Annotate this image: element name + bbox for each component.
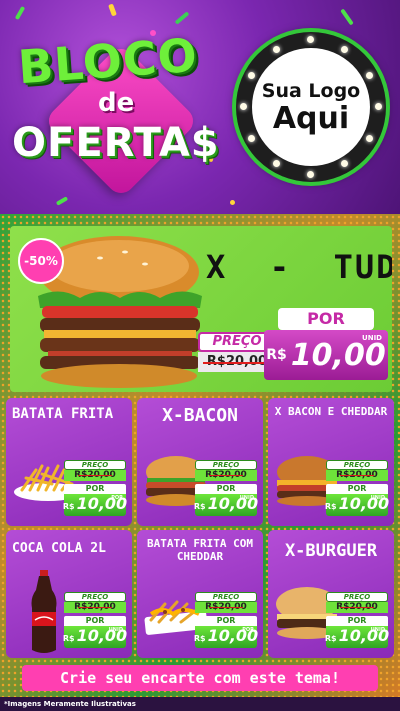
- header-banner: BLOCO de OFERTA$ Sua Logo Aqui: [0, 0, 400, 214]
- preco-label: PREÇO: [64, 592, 126, 602]
- product-name: X BACON E CHEDDAR: [274, 405, 388, 418]
- title-ofertas: OFERTA$: [12, 120, 220, 166]
- logo-text: Sua Logo Aqui: [252, 48, 370, 166]
- title-de: de: [98, 88, 135, 118]
- product-name: BATATA FRITA: [12, 406, 114, 422]
- product-card-x-bacon-cheddar[interactable]: X BACON E CHEDDAR PREÇO R$20,00 POR R$ 1…: [268, 398, 394, 526]
- old-price: R$20,00: [326, 470, 388, 481]
- product-name: X-BACON: [162, 405, 238, 426]
- title-logo: BLOCO de OFERTA$: [8, 27, 223, 200]
- confetti: [108, 3, 117, 17]
- price-tag: PREÇO R$20,00 POR R$ 10,00 POR: [193, 592, 258, 648]
- confetti: [14, 5, 26, 21]
- footer-disclaimer: *Imagens Meramente Ilustrativas: [0, 697, 400, 711]
- por-label: POR: [64, 484, 126, 494]
- por-label: POR: [195, 484, 257, 494]
- unit-label: UNID: [370, 495, 385, 501]
- product-card-batata-frita[interactable]: BATATA FRITA PREÇO R$20,00 POR R$ 10,00 …: [6, 398, 132, 526]
- unit-label: UNID: [362, 334, 382, 342]
- currency: R$: [324, 502, 337, 511]
- new-price-value: 10,00: [290, 337, 386, 373]
- product-name: BATATA FRITA COM CHEDDAR: [147, 537, 253, 563]
- product-card-x-bacon[interactable]: X-BACON PREÇO R$20,00 POR R$ 10,00 UNID: [137, 398, 263, 526]
- logo-line2: Aqui: [272, 100, 350, 136]
- price-tag: PREÇO R$20,00 POR R$ 10,00 UNID: [193, 460, 258, 516]
- preco-label: PREÇO: [64, 460, 126, 470]
- product-card-x-burguer[interactable]: X-BURGUER PREÇO R$20,00 POR R$ 10,00 UNI…: [268, 530, 394, 658]
- hero-new-price-box: POR R$ 10,00 UNID: [264, 308, 388, 380]
- price-tag: PREÇO R$20,00 POR R$ 10,00 UNID: [324, 592, 389, 648]
- por-label: POR: [326, 616, 388, 626]
- old-price: R$20,00: [195, 602, 257, 613]
- new-price: R$ 10,00 UNID: [324, 626, 389, 648]
- preco-label: PREÇO: [326, 592, 388, 602]
- unit-label: UNID: [370, 627, 385, 633]
- price-tag: PREÇO R$20,00 POR R$ 10,00 UNID: [62, 592, 127, 648]
- discount-badge: -50%: [18, 238, 64, 284]
- currency: R$: [324, 634, 337, 643]
- por-label: POR: [278, 308, 374, 330]
- confetti: [340, 8, 354, 26]
- unit-label: POR: [111, 495, 123, 501]
- preco-label: PREÇO: [195, 460, 257, 470]
- cola-bottle-image: [31, 570, 57, 653]
- unit-label: UNID: [108, 627, 123, 633]
- old-price: R$20,00: [195, 470, 257, 481]
- confetti: [230, 200, 235, 205]
- unit-label: POR: [242, 627, 254, 633]
- por-label: POR: [195, 616, 257, 626]
- cta-banner[interactable]: Crie seu encarte com este tema!: [22, 665, 378, 691]
- new-price: R$ 10,00 POR: [193, 626, 258, 648]
- logo-placeholder[interactable]: Sua Logo Aqui: [236, 32, 386, 182]
- new-price: R$ 10,00 UNID: [264, 330, 388, 380]
- new-price: R$ 10,00 UNID: [62, 626, 127, 648]
- product-card-batata-cheddar[interactable]: BATATA FRITA COM CHEDDAR PREÇO R$20,00 P…: [137, 530, 263, 658]
- title-bloco: BLOCO: [16, 27, 200, 95]
- product-name: COCA COLA 2L: [12, 541, 106, 556]
- confetti: [174, 11, 190, 25]
- hero-product-name: X - TUDO: [206, 248, 392, 286]
- currency: R$: [62, 502, 75, 511]
- new-price: R$ 10,00 UNID: [324, 494, 389, 516]
- unit-label: UNID: [239, 495, 254, 501]
- price-tag: PREÇO R$20,00 POR R$ 10,00 POR: [62, 460, 127, 516]
- product-name: X-BURGUER: [284, 541, 378, 561]
- currency: R$: [193, 634, 206, 643]
- new-price: R$ 10,00 UNID: [193, 494, 258, 516]
- old-price: R$20,00: [64, 470, 126, 481]
- currency: R$: [62, 634, 75, 643]
- new-price: R$ 10,00 POR: [62, 494, 127, 516]
- price-tag: PREÇO R$20,00 POR R$ 10,00 UNID: [324, 460, 389, 516]
- preco-label: PREÇO: [326, 460, 388, 470]
- hero-offer-card[interactable]: -50% X - TUDO PREÇO R$20,00 POR R$ 10,00…: [10, 226, 392, 392]
- por-label: POR: [64, 616, 126, 626]
- old-price: R$20,00: [326, 602, 388, 613]
- old-price: R$20,00: [64, 602, 126, 613]
- currency: R$: [266, 347, 287, 363]
- por-label: POR: [326, 484, 388, 494]
- preco-label: PREÇO: [195, 592, 257, 602]
- currency: R$: [193, 502, 206, 511]
- product-card-coca-cola[interactable]: COCA COLA 2L PREÇO R$20,00 POR R$ 10,00 …: [6, 530, 132, 658]
- logo-line1: Sua Logo: [261, 79, 361, 102]
